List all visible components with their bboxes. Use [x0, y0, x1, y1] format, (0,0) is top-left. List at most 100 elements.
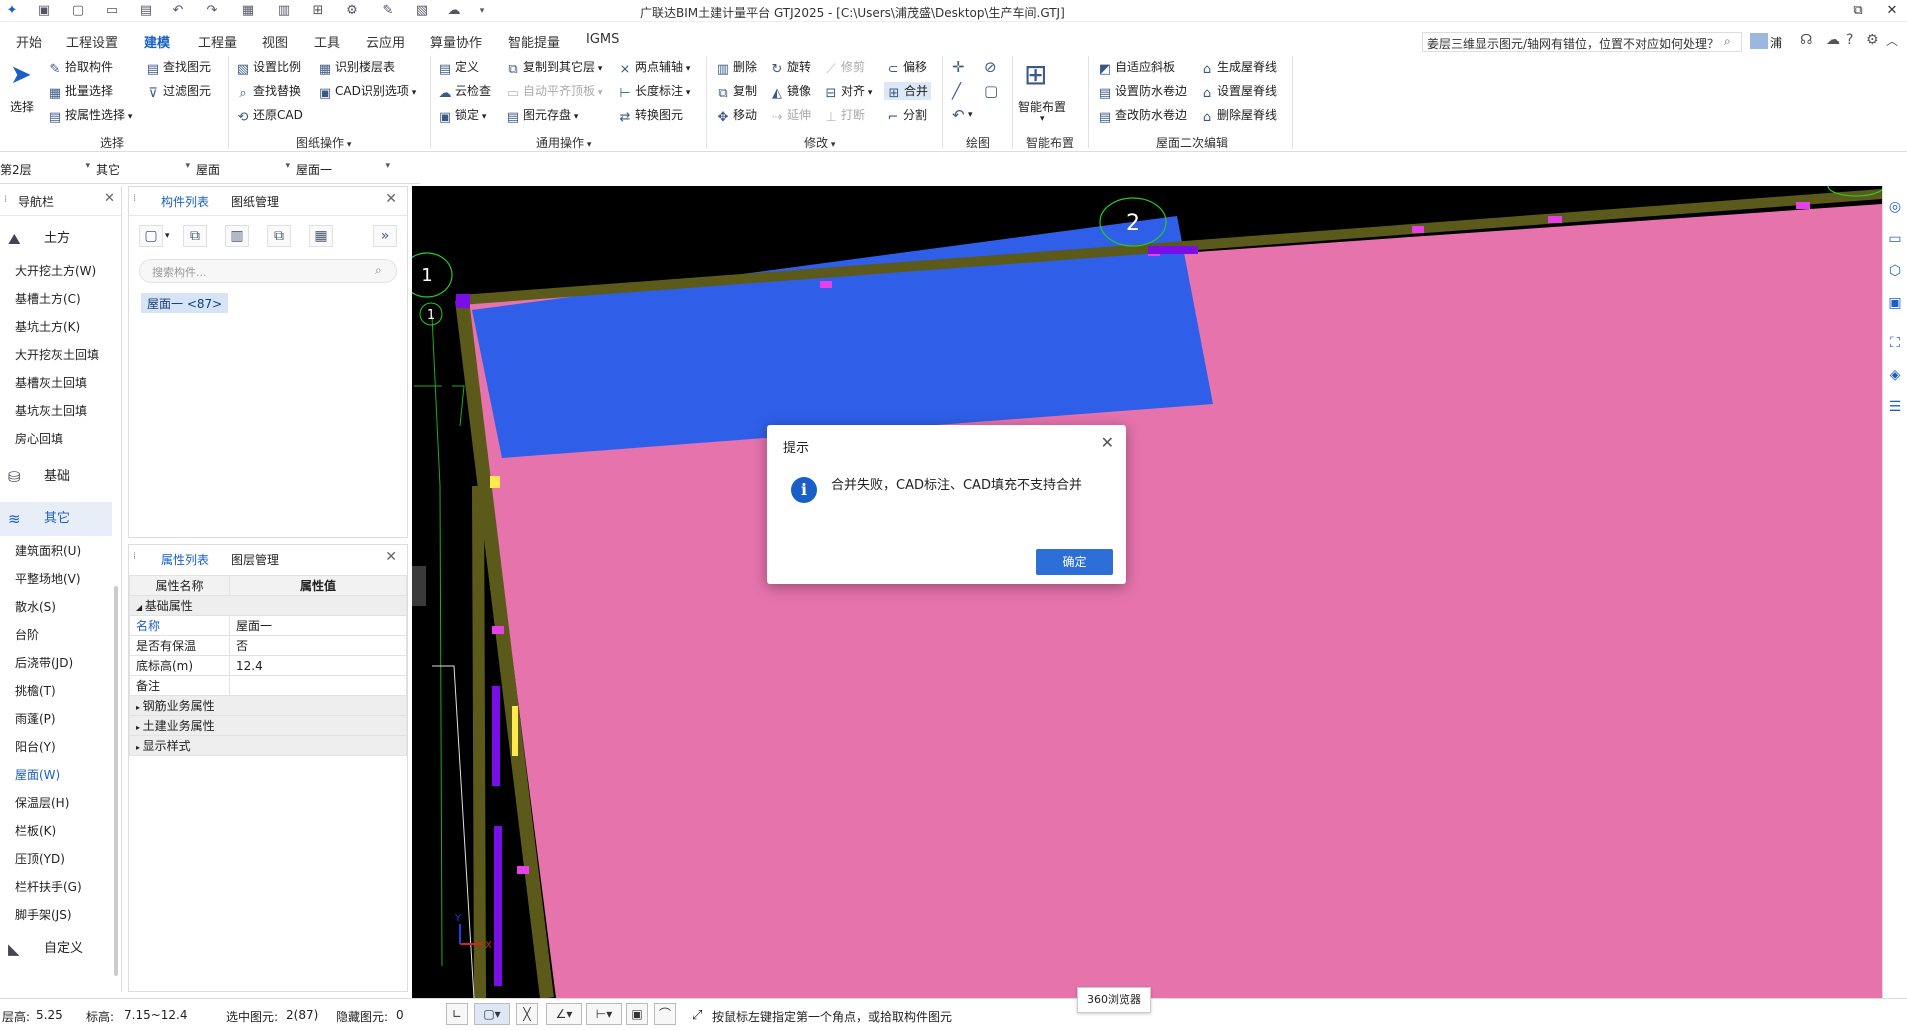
section-display-style[interactable]: ▸ 显示样式	[129, 735, 407, 756]
property-value-field[interactable]: 12.4	[229, 655, 407, 676]
mirror-button[interactable]: ◭ 镜像	[770, 82, 811, 101]
nav-item[interactable]: 平整场地(V)	[15, 570, 81, 588]
menu-cloud[interactable]: 云应用	[366, 32, 405, 51]
tab-drawing-management[interactable]: 图纸管理	[231, 193, 279, 210]
rotate-view-icon[interactable]: ◎	[1886, 198, 1904, 216]
arc-toggle-icon[interactable]: ⌒	[654, 1003, 676, 1025]
generate-ridge-button[interactable]: ⌂ 生成屋脊线	[1200, 58, 1277, 77]
property-value-field[interactable]	[229, 675, 407, 696]
tab-component-list[interactable]: 构件列表	[161, 193, 209, 210]
column-strip[interactable]	[494, 826, 502, 986]
grid-icon[interactable]: ⊞	[310, 3, 326, 19]
align-button[interactable]: ⊟ 对齐 ▾	[824, 82, 873, 101]
property-value-field[interactable]: 否	[229, 635, 407, 656]
component-search-input[interactable]: 搜索构件...	[139, 259, 397, 283]
floor-select[interactable]: 第2层 ▾	[0, 161, 90, 177]
chevron-down-icon[interactable]: ▾	[165, 231, 170, 241]
adaptive-slab-button[interactable]: ◩ 自适应斜板	[1098, 58, 1175, 77]
drag-handle-icon[interactable]: ⁞	[4, 194, 7, 205]
property-value-field[interactable]: 屋面一	[229, 615, 407, 636]
nav-item[interactable]: 后浇带(JD)	[15, 654, 73, 672]
nav-item[interactable]: 栏杆扶手(G)	[15, 878, 82, 896]
trim-button[interactable]: ⟋ 修剪	[824, 58, 865, 77]
smart-layout-button[interactable]: 智能布置	[1018, 98, 1066, 115]
column-marker[interactable]	[1548, 216, 1562, 223]
column-marker[interactable]	[1148, 246, 1198, 254]
redo-icon[interactable]: ↷	[204, 3, 220, 19]
ok-button[interactable]: 确定	[1036, 549, 1113, 575]
length-dimension-button[interactable]: ⊢ 长度标注 ▾	[618, 82, 690, 101]
drag-handle-icon[interactable]: ⁞	[133, 551, 136, 562]
define-button[interactable]: ▤ 定义	[438, 58, 479, 77]
component-select[interactable]: 屋面一 ▾	[296, 161, 390, 177]
dynamic-view-icon[interactable]: ◈	[1886, 366, 1904, 384]
column-marker[interactable]	[1796, 202, 1810, 209]
nav-category-foundation[interactable]: ⛁ 基础	[0, 460, 112, 494]
delete-component-icon[interactable]: ▥	[225, 225, 249, 247]
more-dropdown-icon[interactable]: ▾	[474, 3, 490, 19]
menu-modeling[interactable]: 建模	[144, 32, 171, 56]
ruler-icon[interactable]: ▧	[414, 3, 430, 19]
column-marker[interactable]	[820, 281, 832, 288]
cloud-sync-icon[interactable]: ☁	[446, 3, 462, 19]
floor-icon[interactable]: ▥	[276, 3, 292, 19]
component-item-selected[interactable]: 屋面一 <87>	[141, 293, 229, 313]
nav-item[interactable]: 散水(S)	[15, 598, 56, 616]
save-element-button[interactable]: ▤ 图元存盘 ▾	[506, 106, 579, 125]
menu-quantities[interactable]: 工程量	[198, 32, 237, 51]
nav-item[interactable]: 台阶	[15, 626, 39, 644]
restore-button[interactable]: ⧉	[1848, 2, 1868, 20]
close-icon[interactable]: ✕	[104, 191, 115, 206]
more-actions-icon[interactable]: »	[373, 225, 397, 247]
select-button[interactable]: 选择	[10, 98, 34, 115]
move-button[interactable]: ✥ 移动	[716, 106, 757, 125]
settings-icon[interactable]: ⚙	[1866, 32, 1879, 48]
view-3d-icon[interactable]: ⬡	[1886, 262, 1904, 280]
model-view[interactable]: 1 2 1 X Y	[412, 186, 1882, 998]
help-icon[interactable]: ?	[1846, 32, 1853, 48]
tools-icon[interactable]: ⚙	[344, 3, 360, 19]
drawing-canvas[interactable]: 1 2 1 X Y	[412, 186, 1882, 998]
search-icon[interactable]: ⌕	[1724, 34, 1731, 49]
delete-ridge-button[interactable]: ⌂ 删除屋脊线	[1200, 106, 1277, 125]
column-marker[interactable]	[1412, 226, 1424, 233]
beam-left-inner[interactable]	[472, 485, 486, 998]
tab-property-list[interactable]: 属性列表	[161, 551, 209, 568]
line-draw-icon[interactable]: ╱	[952, 82, 961, 100]
display-toggle-icon[interactable]: ▣	[626, 1003, 648, 1025]
column-strip[interactable]	[492, 686, 500, 786]
merge-button[interactable]: ⊞ 合并	[884, 82, 932, 101]
nav-item[interactable]: 阳台(Y)	[15, 738, 56, 756]
nav-item[interactable]: 压顶(YD)	[15, 850, 65, 868]
set-ridge-button[interactable]: ⌂ 设置屋脊线	[1200, 82, 1277, 101]
app-logo-icon[interactable]: ✦	[4, 3, 20, 19]
open-folder-icon[interactable]: ▭	[104, 3, 120, 19]
set-waterproof-edge-button[interactable]: ▤ 设置防水卷边	[1098, 82, 1187, 101]
cube-view-icon[interactable]: ▣	[1886, 294, 1904, 312]
nav-item[interactable]: 基槽土方(C)	[15, 290, 81, 308]
avatar[interactable]	[1750, 33, 1768, 49]
section-civil[interactable]: ▸ 土建业务属性	[129, 715, 407, 736]
split-button[interactable]: ⌐ 分割	[886, 106, 927, 125]
menu-igms[interactable]: IGMS	[586, 32, 619, 47]
arc-draw-icon[interactable]: ↶	[952, 106, 965, 124]
nav-category-earth[interactable]: ⛰ 土方	[0, 222, 112, 256]
section-basic[interactable]: ◢ 基础属性	[129, 595, 407, 616]
restore-cad-button[interactable]: ⟲ 还原CAD	[236, 106, 303, 125]
close-icon[interactable]: ✕	[1101, 433, 1114, 452]
chevron-down-icon[interactable]: ▾	[344, 140, 352, 150]
new-component-icon[interactable]: ▢	[139, 225, 163, 247]
pen-icon[interactable]: ✎	[380, 3, 396, 19]
break-button[interactable]: ⊥ 打断	[824, 106, 865, 125]
chevron-down-icon[interactable]: ▾	[584, 140, 592, 150]
lock-button[interactable]: ▣ 锁定 ▾	[438, 106, 487, 125]
nav-item[interactable]: 脚手架(JS)	[15, 906, 72, 924]
save-icon[interactable]: ▤	[138, 3, 154, 19]
new-file-icon[interactable]: ▣	[36, 3, 52, 19]
copy-to-floor-button[interactable]: ⧉ 复制到其它层 ▾	[506, 58, 602, 77]
auto-align-roof-button[interactable]: ▭ 自动平齐顶板 ▾	[506, 82, 603, 101]
cloud-check-button[interactable]: ☁ 云检查	[438, 82, 492, 101]
cloud-icon[interactable]: ☁	[1826, 32, 1840, 48]
filter-element-button[interactable]: ⊽ 过滤图元	[146, 82, 211, 101]
undo-icon[interactable]: ↶	[170, 3, 186, 19]
